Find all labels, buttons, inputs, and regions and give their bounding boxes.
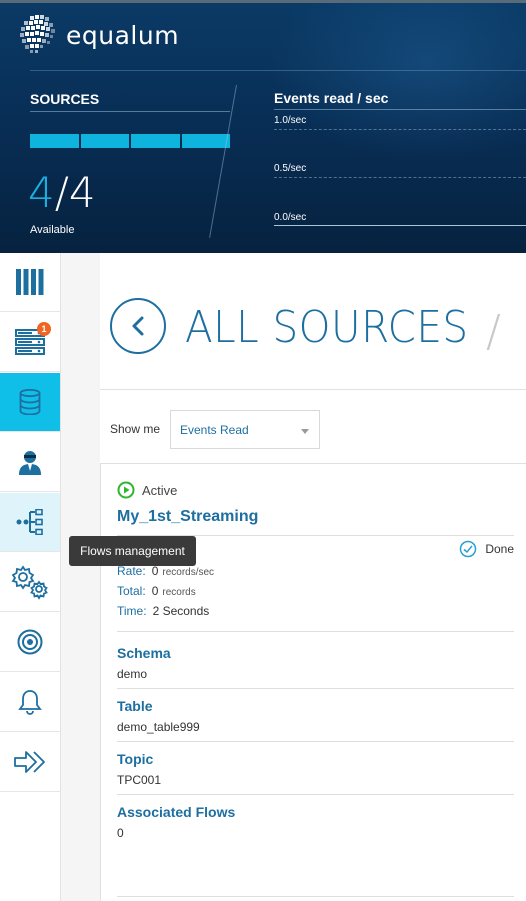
status-text: Active bbox=[142, 482, 178, 498]
active-count: 4 bbox=[28, 168, 55, 217]
source-card[interactable]: Active My_1st_Streaming Capture Done Rat… bbox=[100, 463, 526, 901]
tick-gridline bbox=[274, 129, 526, 130]
sidebar-item-forward[interactable] bbox=[0, 733, 60, 792]
capture-done-text: Done bbox=[485, 542, 514, 556]
bell-icon bbox=[18, 690, 42, 715]
sidebar-item-notifications[interactable] bbox=[0, 673, 60, 732]
flows-management-tooltip: Flows management bbox=[69, 536, 196, 566]
rate-metric: Rate: 0 records/sec bbox=[117, 564, 215, 578]
header-diagonal-divider bbox=[209, 85, 237, 238]
play-circle-icon bbox=[117, 481, 135, 499]
card-divider bbox=[117, 688, 514, 689]
breadcrumb-separator: / bbox=[486, 306, 501, 357]
sources-availability-bar bbox=[30, 134, 230, 148]
grid-columns-icon bbox=[16, 269, 44, 295]
sidebar-item-dashboard[interactable] bbox=[0, 253, 60, 312]
table-title: Table bbox=[117, 698, 153, 714]
page-title: ALL SOURCES bbox=[185, 302, 469, 353]
sidebar-item-sources[interactable] bbox=[0, 373, 60, 432]
bar-segment bbox=[131, 134, 180, 148]
sources-count: 4/4 bbox=[28, 171, 96, 215]
tick-gridline bbox=[274, 177, 526, 178]
sidebar-item-servers[interactable]: 1 bbox=[0, 313, 60, 372]
available-label: Available bbox=[30, 224, 75, 236]
topic-value: TPC001 bbox=[117, 773, 162, 787]
header-sheen bbox=[266, 3, 526, 163]
show-me-label: Show me bbox=[110, 422, 161, 436]
tick-label: 0.0/sec bbox=[274, 212, 307, 223]
target-icon bbox=[17, 629, 43, 655]
total-count: 4 bbox=[68, 168, 96, 217]
count-slash: / bbox=[54, 168, 69, 217]
sources-underline bbox=[30, 111, 230, 112]
title-divider bbox=[100, 389, 526, 390]
bar-segment bbox=[181, 134, 230, 148]
table-value: demo_table999 bbox=[117, 720, 200, 734]
bar-segment bbox=[80, 134, 129, 148]
events-title: Events read / sec bbox=[274, 90, 389, 106]
dashboard-header: equalum SOURCES 4/4 Available Events rea… bbox=[0, 0, 526, 253]
schema-title: Schema bbox=[117, 645, 171, 661]
associated-flows-title: Associated Flows bbox=[117, 804, 236, 820]
bar-segment bbox=[30, 134, 79, 148]
double-arrow-icon bbox=[14, 751, 45, 773]
schema-value: demo bbox=[117, 667, 148, 681]
events-underline bbox=[274, 109, 526, 110]
associated-flows-value: 0 bbox=[117, 826, 124, 840]
sidebar-item-flows-management[interactable] bbox=[0, 493, 60, 552]
tick-baseline bbox=[274, 225, 526, 226]
caret-down-icon bbox=[301, 429, 309, 434]
capture-status: Done bbox=[459, 540, 514, 558]
sidebar-item-targets[interactable] bbox=[0, 613, 60, 672]
back-button[interactable] bbox=[110, 298, 166, 354]
notification-badge: 1 bbox=[37, 322, 51, 336]
main-content: ALL SOURCES / Show me Events Read Active… bbox=[61, 253, 526, 901]
show-me-dropdown[interactable]: Events Read bbox=[170, 410, 320, 449]
total-metric: Total: 0 records bbox=[117, 584, 196, 598]
time-metric: Time: 2 Seconds bbox=[117, 604, 210, 618]
check-circle-icon bbox=[460, 540, 477, 558]
card-divider bbox=[117, 741, 514, 742]
tick-label: 0.5/sec bbox=[274, 163, 307, 174]
card-divider bbox=[117, 631, 514, 632]
database-icon bbox=[19, 389, 41, 415]
logo-globe-icon bbox=[20, 15, 55, 53]
header-divider bbox=[30, 70, 526, 71]
tick-label: 1.0/sec bbox=[274, 115, 307, 126]
topic-title: Topic bbox=[117, 751, 154, 767]
chevron-left-icon bbox=[132, 316, 144, 336]
show-me-selected-value: Events Read bbox=[180, 423, 249, 437]
logo[interactable]: equalum bbox=[16, 13, 179, 57]
flow-tree-icon bbox=[16, 509, 43, 535]
sources-title: SOURCES bbox=[30, 91, 100, 107]
agent-icon bbox=[19, 451, 41, 475]
sidebar-item-settings[interactable] bbox=[0, 553, 60, 612]
gears-icon bbox=[11, 565, 48, 600]
logo-text: equalum bbox=[66, 20, 180, 50]
sidebar-item-users[interactable] bbox=[0, 433, 60, 492]
card-divider bbox=[117, 794, 514, 795]
source-name-link[interactable]: My_1st_Streaming bbox=[117, 508, 258, 526]
card-divider bbox=[117, 896, 514, 897]
sidebar: 1 bbox=[0, 253, 61, 901]
status-row: Active bbox=[117, 481, 177, 499]
